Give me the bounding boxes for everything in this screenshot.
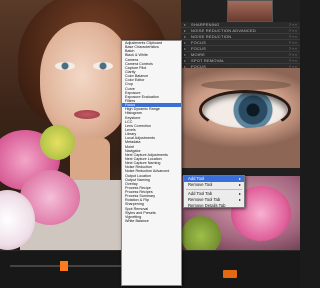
panel-header-label: MOIRE	[191, 52, 206, 57]
photo-flowers	[0, 120, 90, 250]
tool-list-menu: Adjustments Clipboard Base Characteristic…	[121, 40, 182, 286]
context-item-remove-details-tab[interactable]: Remove Details Tab	[184, 203, 244, 209]
context-item-label: Add Tool Tab	[188, 190, 213, 196]
panel-header-label: SPOT REMOVAL	[191, 58, 225, 63]
context-item-label: Add Tool	[188, 176, 205, 181]
context-item-label: Remove Details Tab	[188, 203, 226, 209]
zoom-slider-handle[interactable]	[60, 261, 68, 271]
focus-loupe-image	[181, 68, 300, 168]
closeup-brow	[201, 80, 291, 90]
closeup-lashes	[199, 90, 291, 130]
panel-header-label: NOISE REDUCTION	[191, 34, 232, 39]
context-item-label: Remove Tool	[188, 182, 213, 188]
panel-header-label: NOISE REDUCTION ADVANCED	[191, 28, 256, 33]
menu-item-white-balance[interactable]: White Balance	[122, 219, 181, 223]
flower-bud	[40, 125, 75, 160]
submenu-arrow-icon: ▸	[238, 182, 241, 188]
panel-header-label: SHARPENING	[191, 22, 220, 27]
photo-lips	[74, 110, 100, 119]
context-item-remove-tool[interactable]: Remove Tool ▸	[184, 182, 244, 188]
photo-eye-right	[93, 62, 113, 70]
capture-button[interactable]	[223, 270, 237, 278]
closeup-leaf	[181, 216, 221, 250]
panel-header-label: FOCUS	[191, 40, 206, 45]
context-menu: Add Tool ▸ Remove Tool ▸ Add Tool Tab ▸ Remove…	[183, 175, 245, 208]
navigator-thumbnail[interactable]	[227, 0, 273, 22]
context-item-label: Remove Tool Tab	[188, 196, 221, 202]
panel-header-label: FOCUS	[191, 46, 206, 51]
photo-eye-left	[55, 62, 75, 70]
